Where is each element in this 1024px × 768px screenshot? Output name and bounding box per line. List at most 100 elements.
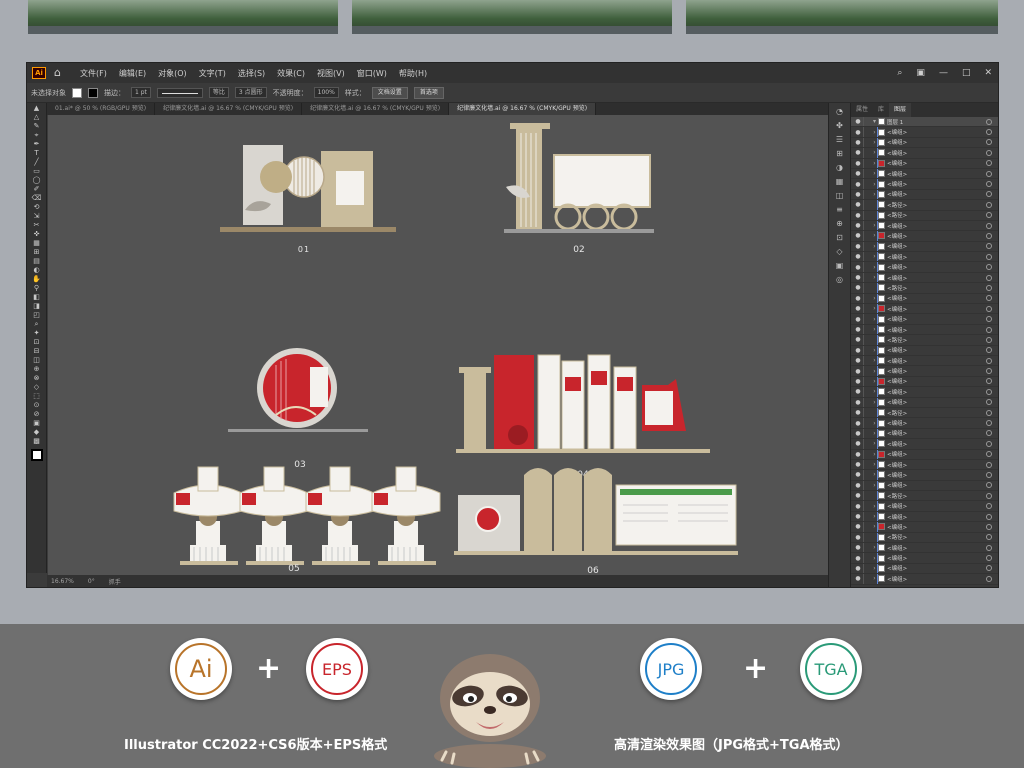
layer-row[interactable]: ● › <编组> — [851, 314, 998, 325]
lock-toggle[interactable] — [863, 127, 871, 137]
tool-icon[interactable]: ⚲ — [31, 284, 43, 292]
lock-toggle[interactable] — [863, 366, 871, 376]
tool-icon[interactable]: ✜ — [31, 230, 43, 238]
layer-row[interactable]: ● › <编组> — [851, 553, 998, 564]
layer-row[interactable]: ● › <编组> — [851, 220, 998, 232]
lock-toggle[interactable] — [863, 272, 871, 283]
layer-row[interactable]: ● › <编组> — [851, 345, 998, 356]
tool-icon[interactable]: ⊡ — [31, 338, 43, 346]
lock-toggle[interactable] — [863, 574, 871, 584]
tool-icon[interactable]: ⊗ — [31, 374, 43, 382]
target-icon[interactable] — [986, 357, 992, 364]
lock-toggle[interactable] — [863, 522, 871, 532]
eye-icon[interactable]: ● — [853, 378, 863, 385]
eye-icon[interactable]: ● — [853, 316, 863, 323]
lock-toggle[interactable] — [863, 335, 871, 345]
layer-row[interactable]: ● › <编组> — [851, 511, 998, 523]
panel-dock-icon[interactable]: ▣ — [833, 261, 847, 271]
eye-icon[interactable]: ● — [853, 430, 863, 437]
eye-icon[interactable]: ● — [853, 368, 863, 375]
lock-toggle[interactable] — [863, 137, 871, 148]
layer-row[interactable]: ● › <编组> — [851, 231, 998, 242]
lock-toggle[interactable] — [863, 439, 871, 449]
tool-icon[interactable]: ⌕ — [31, 320, 43, 328]
lock-toggle[interactable] — [863, 345, 871, 355]
tool-icon[interactable]: ✂ — [31, 221, 43, 229]
target-icon[interactable] — [986, 326, 992, 333]
target-icon[interactable] — [986, 440, 992, 447]
eye-icon[interactable]: ● — [853, 399, 863, 406]
search-icon[interactable]: ⌕ — [897, 67, 902, 79]
eye-icon[interactable]: ● — [853, 139, 863, 146]
layer-row[interactable]: ● › <编组> — [851, 127, 998, 138]
tab-document-3[interactable]: 纪律廉文化墙.ai @ 16.67 % (CMYK/GPU 预览) — [302, 103, 450, 115]
target-icon[interactable] — [986, 420, 992, 427]
panel-dock-icon[interactable]: ≡ — [833, 205, 847, 215]
tool-icon[interactable]: ▭ — [31, 167, 43, 175]
tool-icon[interactable]: ⌖ — [31, 131, 43, 139]
layer-row[interactable]: ● › <编组> — [851, 428, 998, 440]
home-icon[interactable]: ⌂ — [54, 67, 68, 79]
target-icon[interactable] — [986, 305, 992, 312]
target-icon[interactable] — [986, 149, 992, 156]
layer-row[interactable]: ● › <编组> — [851, 459, 998, 471]
layer-row[interactable]: ● › <编组> — [851, 304, 998, 315]
tool-icon[interactable]: ◧ — [31, 293, 43, 301]
tab-libraries[interactable]: 库 — [873, 103, 889, 117]
target-icon[interactable] — [986, 555, 992, 562]
menu-object[interactable]: 对象(O) — [158, 68, 187, 79]
layer-row[interactable]: ● › <编组> — [851, 563, 998, 575]
eye-icon[interactable]: ● — [853, 534, 863, 541]
tool-icon[interactable]: ⟲ — [31, 203, 43, 211]
eye-icon[interactable]: ● — [853, 149, 863, 156]
tool-icon[interactable]: △ — [31, 113, 43, 121]
target-icon[interactable] — [986, 316, 992, 323]
target-icon[interactable] — [986, 575, 992, 582]
target-icon[interactable] — [986, 503, 992, 510]
tool-icon[interactable]: ◆ — [31, 428, 43, 436]
eye-icon[interactable]: ● — [853, 544, 863, 551]
eye-icon[interactable]: ● — [853, 575, 863, 582]
panel-dock-icon[interactable]: ◇ — [833, 247, 847, 257]
layer-row[interactable]: ● › <编组> — [851, 543, 998, 554]
lock-toggle[interactable] — [863, 304, 871, 314]
lock-toggle[interactable] — [863, 563, 871, 574]
lock-toggle[interactable] — [863, 407, 871, 418]
tool-icon[interactable]: ◇ — [31, 383, 43, 391]
eye-icon[interactable]: ● — [853, 513, 863, 520]
target-icon[interactable] — [986, 482, 992, 489]
eye-icon[interactable]: ● — [853, 440, 863, 447]
eye-icon[interactable]: ● — [853, 118, 863, 125]
layer-row[interactable]: ● › <编组> — [851, 179, 998, 190]
eye-icon[interactable]: ● — [853, 232, 863, 239]
eye-icon[interactable]: ● — [853, 170, 863, 177]
eye-icon[interactable]: ● — [853, 326, 863, 333]
target-icon[interactable] — [986, 284, 992, 291]
eye-icon[interactable]: ● — [853, 243, 863, 250]
lock-toggle[interactable] — [863, 252, 871, 262]
layer-row[interactable]: ● › <编组> — [851, 439, 998, 450]
lock-toggle[interactable] — [863, 511, 871, 522]
layer-row[interactable]: ● › <编组> — [851, 522, 998, 533]
menu-edit[interactable]: 编辑(E) — [119, 68, 146, 79]
layer-row-top[interactable]: ● ▾ 图层 1 — [851, 117, 998, 128]
eye-icon[interactable]: ● — [853, 305, 863, 312]
panel-dock-icon[interactable]: ⊞ — [833, 149, 847, 159]
lock-toggle[interactable] — [863, 241, 871, 252]
eye-icon[interactable]: ● — [853, 212, 863, 219]
minimize-icon[interactable]: — — [939, 67, 948, 79]
layer-row[interactable]: ● › <编组> — [851, 355, 998, 367]
layer-row[interactable]: ● › <编组> — [851, 262, 998, 273]
tool-icon[interactable]: ⊘ — [31, 410, 43, 418]
layer-row[interactable]: ● › <编组> — [851, 189, 998, 201]
eye-icon[interactable]: ● — [853, 201, 863, 208]
eye-icon[interactable]: ● — [853, 409, 863, 416]
layer-row[interactable]: ● <路径> — [851, 283, 998, 294]
panel-dock-icon[interactable]: ◫ — [833, 191, 847, 201]
layer-row[interactable]: ● <路径> — [851, 210, 998, 221]
target-icon[interactable] — [986, 295, 992, 302]
eye-icon[interactable]: ● — [853, 451, 863, 458]
tool-icon[interactable]: ⌫ — [31, 194, 43, 202]
lock-toggle[interactable] — [863, 324, 871, 335]
eye-icon[interactable]: ● — [853, 253, 863, 260]
